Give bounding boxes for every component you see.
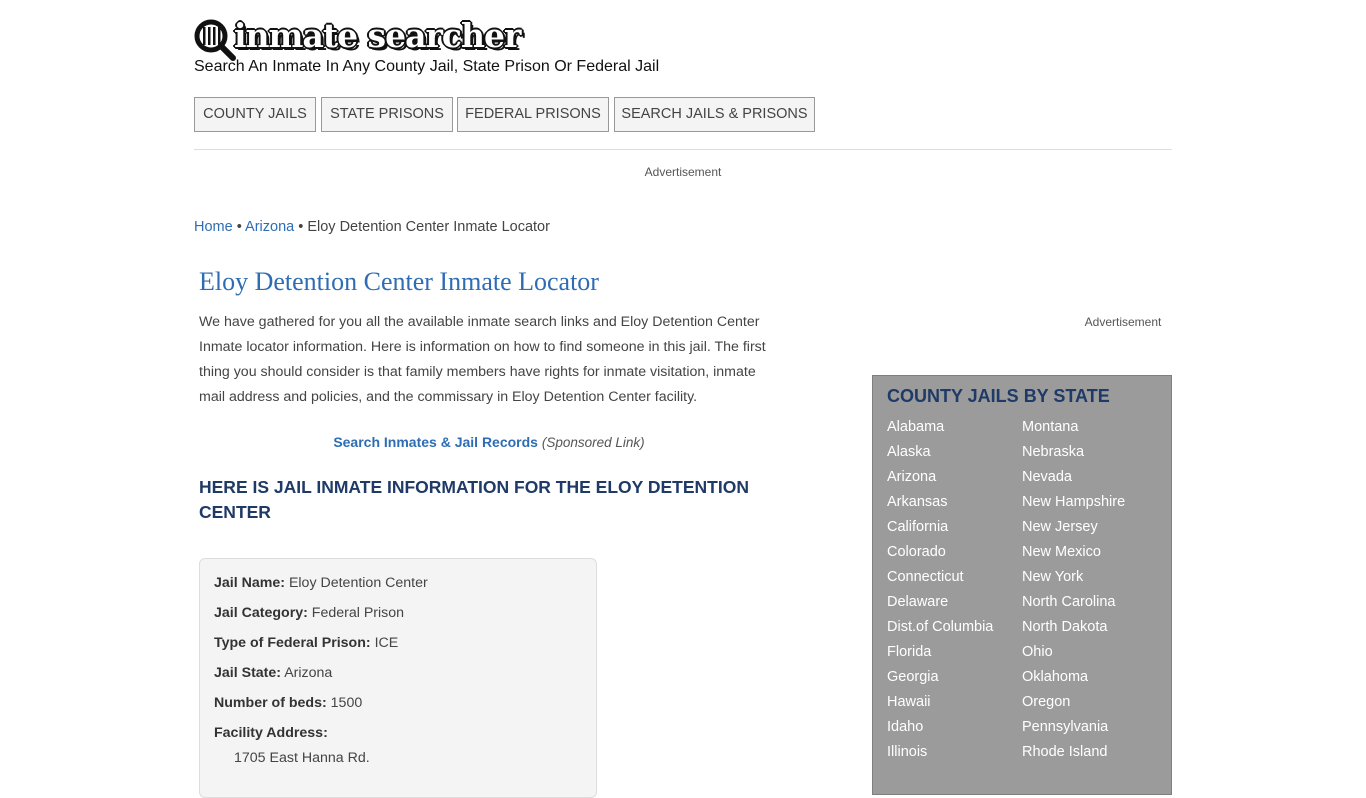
info-address-line: 1705 East Hanna Rd. (234, 750, 370, 766)
nav-state-prisons[interactable]: State Prisons (321, 97, 453, 132)
state-link[interactable]: Arizona (887, 469, 936, 485)
breadcrumb-separator: • (236, 219, 242, 235)
state-link[interactable]: North Dakota (1022, 619, 1107, 635)
info-label: Number of beds: (214, 695, 327, 711)
state-link[interactable]: Illinois (887, 744, 927, 760)
info-value: 1500 (330, 695, 363, 711)
state-link[interactable]: Georgia (887, 669, 939, 685)
state-link[interactable]: Delaware (887, 594, 948, 610)
state-link[interactable]: Arkansas (887, 494, 947, 510)
sidebar-advertisement-label: Advertisement (1084, 315, 1162, 329)
state-link[interactable]: North Carolina (1022, 594, 1116, 610)
state-link[interactable]: Idaho (887, 719, 923, 735)
state-link[interactable]: Alabama (887, 419, 944, 435)
jail-info-box: Jail Name: Eloy Detention Center Jail Ca… (199, 558, 597, 798)
info-label: Facility Address: (214, 725, 328, 741)
state-link[interactable]: Pennsylvania (1022, 719, 1108, 735)
info-value: Arizona (284, 665, 333, 681)
state-link[interactable]: Ohio (1022, 644, 1053, 660)
page-title: Eloy Detention Center Inmate Locator (199, 267, 599, 296)
info-beds: Number of beds: 1500 (214, 695, 362, 711)
breadcrumb-current: Eloy Detention Center Inmate Locator (307, 219, 550, 235)
magnifier-jail-icon (194, 19, 236, 61)
state-link[interactable]: California (887, 519, 948, 535)
state-link[interactable]: Nevada (1022, 469, 1072, 485)
state-link[interactable]: New Hampshire (1022, 494, 1125, 510)
nav-county-jails[interactable]: County Jails (194, 97, 316, 132)
state-link[interactable]: Oregon (1022, 694, 1070, 710)
state-link[interactable]: Connecticut (887, 569, 964, 585)
info-label: Type of Federal Prison: (214, 635, 371, 651)
info-value: Eloy Detention Center (288, 575, 428, 591)
info-jail-name: Jail Name: Eloy Detention Center (214, 575, 428, 591)
info-prison-type: Type of Federal Prison: ICE (214, 635, 398, 651)
intro-paragraph: We have gathered for you all the availab… (199, 314, 766, 405)
breadcrumb: Home • Arizona • Eloy Detention Center I… (194, 219, 550, 235)
state-link[interactable]: Rhode Island (1022, 744, 1107, 760)
info-address: Facility Address: (214, 725, 328, 741)
search-inmates-link[interactable]: Search Inmates & Jail Records (333, 434, 538, 450)
state-link[interactable]: New Jersey (1022, 519, 1098, 535)
county-jails-by-state-box: County Jails by State Alabama Alaska Arizo… (872, 375, 1172, 795)
info-heading: Here is Jail Inmate Information for the … (199, 477, 749, 522)
info-jail-state: Jail State: Arizona (214, 665, 332, 681)
breadcrumb-home[interactable]: Home (194, 219, 233, 235)
nav-federal-prisons[interactable]: Federal Prisons (457, 97, 609, 132)
nav-search-jails-prisons[interactable]: Search Jails & Prisons (614, 97, 815, 132)
state-link[interactable]: Florida (887, 644, 931, 660)
info-label: Jail Category: (214, 605, 308, 621)
advertisement-label: Advertisement (644, 165, 722, 179)
state-link[interactable]: Dist.of Columbia (887, 619, 993, 635)
state-link[interactable]: Nebraska (1022, 444, 1084, 460)
state-link[interactable]: Montana (1022, 419, 1078, 435)
sponsored-note: (Sponsored Link) (541, 435, 645, 450)
state-link[interactable]: Alaska (887, 444, 931, 460)
main-content: Eloy Detention Center Inmate Locator We … (199, 265, 779, 798)
state-link[interactable]: Colorado (887, 544, 946, 560)
state-link[interactable]: New York (1022, 569, 1083, 585)
info-value: ICE (374, 635, 399, 651)
state-link[interactable]: New Mexico (1022, 544, 1101, 560)
state-box-title: County Jails by State (887, 386, 1110, 406)
state-link[interactable]: Hawaii (887, 694, 931, 710)
breadcrumb-separator: • (298, 219, 304, 235)
state-link[interactable]: Oklahoma (1022, 669, 1088, 685)
logo-text: inmate searcher (234, 16, 521, 55)
site-logo[interactable]: inmate searcher (194, 16, 521, 61)
info-value: Federal Prison (311, 605, 405, 621)
sponsored-link-row: Search Inmates & Jail Records (Sponsored… (199, 434, 779, 450)
info-label: Jail Name: (214, 575, 285, 591)
site-tagline: Search An Inmate In Any County Jail, Sta… (194, 58, 660, 75)
header-divider (194, 149, 1172, 150)
breadcrumb-state[interactable]: Arizona (245, 219, 294, 235)
info-label: Jail State: (214, 665, 282, 681)
info-jail-category: Jail Category: Federal Prison (214, 605, 404, 621)
